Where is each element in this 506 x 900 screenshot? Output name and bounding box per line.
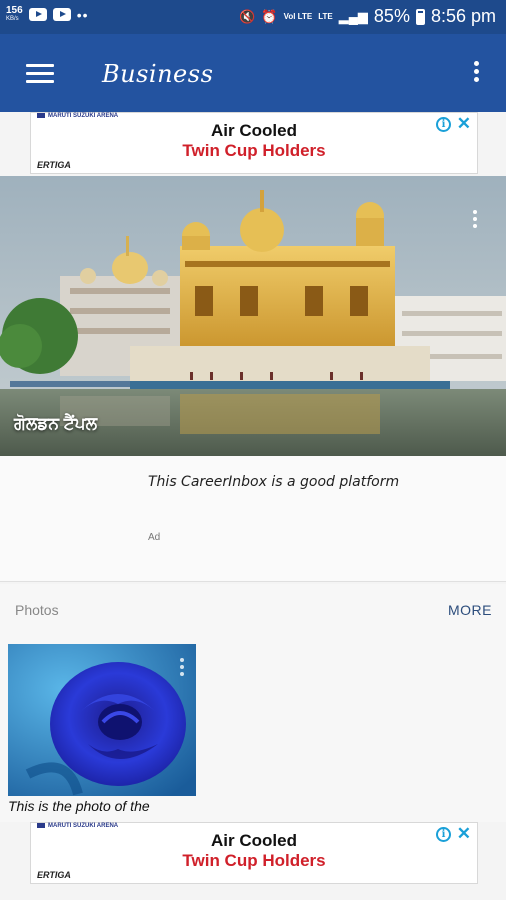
youtube-notification-icon bbox=[28, 8, 47, 21]
ad-subheadline: Twin Cup Holders bbox=[182, 141, 326, 160]
hero-caption: ਗੋਲਡਨ ਟੈਂਪਲ bbox=[14, 414, 98, 433]
blue-rose-image bbox=[8, 644, 196, 796]
alarm-icon: ⏰ bbox=[261, 8, 278, 24]
signal-icon: ▂▄▆ bbox=[338, 8, 368, 24]
volte-indicator: Vol LTE bbox=[283, 11, 313, 21]
network-speed-unit: KB/s bbox=[6, 16, 19, 22]
battery-icon bbox=[415, 8, 425, 25]
mute-vibrate-icon: 🔇 bbox=[239, 8, 256, 24]
ad-brand: MARUTI SUZUKI ARENA bbox=[37, 823, 118, 829]
ad-banner-top[interactable]: MARUTI SUZUKI ARENA Air Cooled Twin Cup … bbox=[30, 112, 478, 174]
ad-brand: MARUTI SUZUKI ARENA bbox=[37, 113, 118, 119]
photo-thumbnail[interactable] bbox=[8, 644, 196, 796]
photo-more-icon[interactable] bbox=[179, 658, 184, 678]
photos-title: Photos bbox=[15, 602, 59, 618]
photos-more-link[interactable]: MORE bbox=[448, 602, 492, 618]
page-title: Business bbox=[102, 60, 214, 88]
photos-section: Photos MORE This is the photo of the bbox=[0, 584, 506, 822]
network-speed-value: 156 bbox=[6, 5, 23, 16]
hero-more-icon[interactable] bbox=[472, 210, 478, 232]
photo-caption: This is the photo of the bbox=[8, 798, 150, 814]
ad-headline: Air Cooled bbox=[211, 831, 297, 850]
ad-info-icon[interactable]: i bbox=[436, 827, 451, 842]
ad-banner-bottom[interactable]: MARUTI SUZUKI ARENA Air Cooled Twin Cup … bbox=[30, 822, 478, 884]
status-bar: 156 KB/s •• 🔇 ⏰ Vol LTE LTE ▂▄▆ 85% 8:56… bbox=[0, 0, 506, 34]
ad-info-icon[interactable]: i bbox=[436, 117, 451, 132]
post-text: This CareerInbox is a good platform bbox=[148, 474, 400, 490]
ad-label: Ad bbox=[148, 532, 161, 543]
ad-close-icon[interactable]: ✕ bbox=[457, 824, 471, 844]
more-notifications-icon: •• bbox=[76, 6, 89, 23]
app-bar: Business bbox=[0, 34, 506, 112]
youtube-notification-icon-2 bbox=[52, 8, 71, 21]
ad-model: ERTIGA bbox=[37, 870, 71, 880]
ad-subheadline: Twin Cup Holders bbox=[182, 851, 326, 870]
lte-indicator: LTE bbox=[318, 11, 333, 21]
ad-headline: Air Cooled bbox=[211, 121, 297, 140]
ad-model: ERTIGA bbox=[37, 160, 71, 170]
ad-close-icon[interactable]: ✕ bbox=[457, 114, 471, 134]
hamburger-menu-icon[interactable] bbox=[26, 64, 54, 84]
battery-percent: 85% bbox=[373, 6, 410, 26]
overflow-menu-icon[interactable] bbox=[472, 61, 480, 87]
clock: 8:56 pm bbox=[430, 6, 496, 26]
network-speed: 156 KB/s bbox=[6, 6, 23, 23]
post-card[interactable]: This CareerInbox is a good platform Ad bbox=[0, 456, 506, 582]
hero-image[interactable]: ਗੋਲਡਨ ਟੈਂਪਲ bbox=[0, 176, 506, 456]
